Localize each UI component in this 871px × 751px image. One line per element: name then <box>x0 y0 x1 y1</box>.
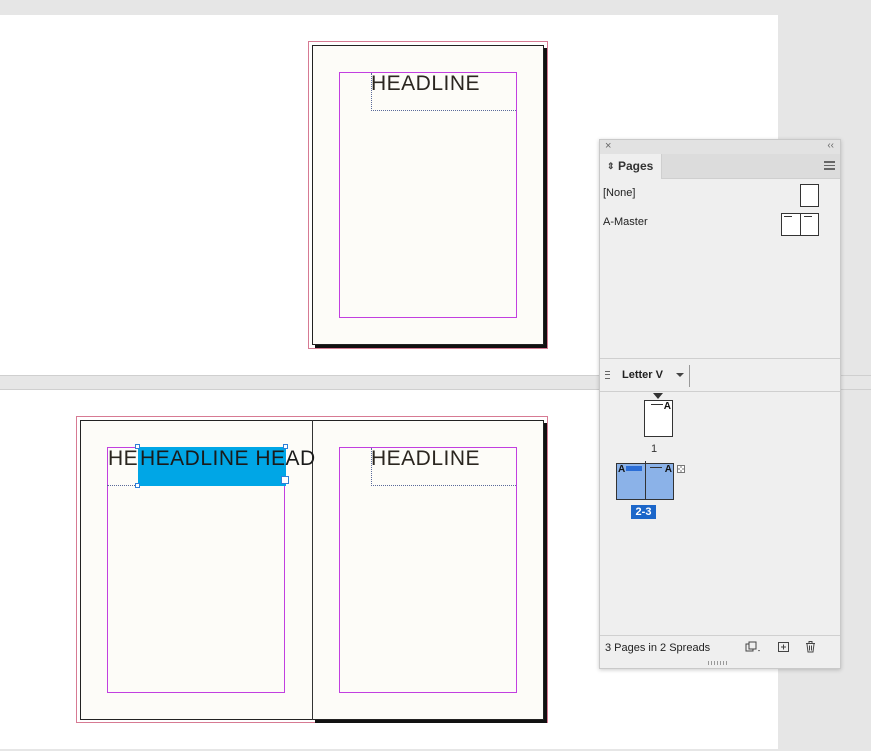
expand-collapse-icon[interactable]: ⇕ <box>607 154 615 179</box>
page-2-selection-marker <box>626 466 642 471</box>
chevron-down-icon[interactable] <box>676 373 684 377</box>
master-none-thumbnail[interactable] <box>800 184 819 207</box>
page-3-marker <box>650 467 662 468</box>
trash-icon[interactable] <box>804 641 817 653</box>
spread-2-3-spine <box>645 461 646 500</box>
panel-resize-grip[interactable] <box>708 661 728 665</box>
panel-header-bar[interactable]: × ‹‹ <box>600 140 840 154</box>
headline-page-1[interactable]: HEADLINE <box>371 72 480 96</box>
size-menu-icon[interactable] <box>605 371 610 379</box>
master-a-spine <box>800 214 801 235</box>
tab-pages[interactable]: ⇕ Pages <box>600 154 662 179</box>
page-1-thumbnail[interactable]: A <box>644 400 673 437</box>
page-1-marker <box>651 404 663 405</box>
collapse-panel-icon[interactable]: ‹‹ <box>827 140 834 151</box>
edit-page-size-icon[interactable] <box>744 641 762 653</box>
panel-tab-bar: ⇕ Pages <box>600 154 840 179</box>
page-2-master-prefix: A <box>618 464 626 475</box>
pages-panel: × ‹‹ ⇕ Pages [None] A-Master Letter V A … <box>599 139 841 669</box>
masters-separator[interactable] <box>600 358 840 359</box>
frame-handle-top-right[interactable] <box>283 444 288 449</box>
page-1-number[interactable]: 1 <box>651 443 657 455</box>
new-page-icon[interactable] <box>777 641 790 653</box>
page-1-master-prefix: A <box>663 401 671 412</box>
start-page-arrow-icon <box>653 393 663 399</box>
selected-frame-text[interactable]: HEADLINE HEAD <box>140 447 316 471</box>
headline-page-3[interactable]: HEADLINE <box>371 447 480 471</box>
page-size-select[interactable]: Letter V <box>622 369 663 381</box>
master-a-label[interactable]: A-Master <box>603 216 648 228</box>
panel-footer: 3 Pages in 2 Spreads <box>600 635 840 659</box>
tab-pages-label: Pages <box>618 159 654 173</box>
spread-2-3-thumbnail[interactable]: A A <box>616 461 674 500</box>
frame-outport-handle[interactable] <box>281 476 289 484</box>
frame-handle-top-left[interactable] <box>135 444 140 449</box>
page-count-status: 3 Pages in 2 Spreads <box>605 642 711 654</box>
panel-menu-icon[interactable] <box>824 161 835 170</box>
frame-handle-bottom-left[interactable] <box>135 483 140 488</box>
spread-2-3-number[interactable]: 2-3 <box>631 505 656 519</box>
master-a-right-marker <box>804 216 812 217</box>
page-size-bar: Letter V <box>600 360 840 392</box>
master-none-label[interactable]: [None] <box>603 187 635 199</box>
page-3-master-prefix: A <box>664 464 672 475</box>
size-bar-divider <box>689 365 690 387</box>
close-icon[interactable]: × <box>605 140 611 152</box>
transparency-icon <box>677 465 685 473</box>
master-a-left-marker <box>784 216 792 217</box>
master-a-thumbnail[interactable] <box>781 213 819 236</box>
